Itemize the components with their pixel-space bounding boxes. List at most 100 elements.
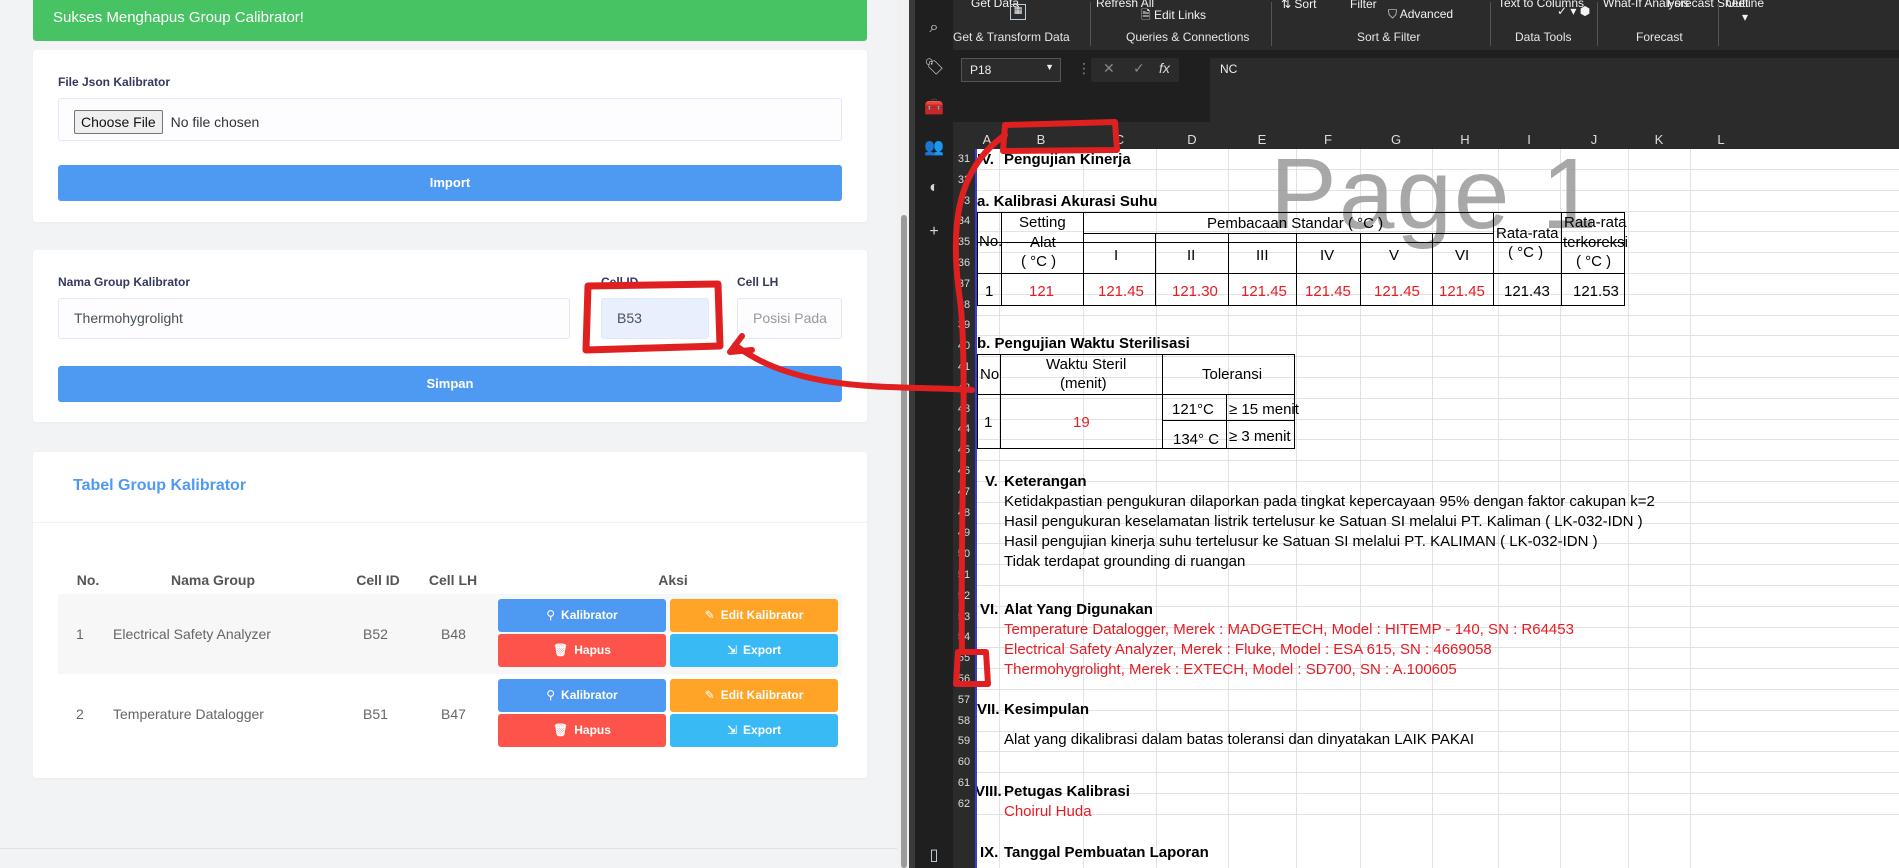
row-header[interactable]: 49 — [953, 527, 975, 539]
column-header[interactable]: I — [1498, 132, 1560, 147]
more-icon[interactable]: ⋮ — [1077, 60, 1091, 77]
search-icon[interactable]: ⌕ — [924, 18, 944, 38]
column-header[interactable]: G — [1360, 132, 1432, 147]
column-header[interactable]: C — [1083, 132, 1156, 147]
group-name-input[interactable]: Thermohygrolight — [58, 298, 570, 339]
row-header[interactable]: 50 — [953, 548, 975, 560]
row-header[interactable]: 51 — [953, 569, 975, 581]
file-input[interactable]: Choose File No file chosen — [58, 98, 842, 141]
text-to-columns-button[interactable]: Text to Columns — [1498, 0, 1584, 10]
fx-icon[interactable]: fx — [1159, 60, 1170, 76]
row-header[interactable]: 46 — [953, 465, 975, 477]
export-button[interactable]: ⇲ Export — [670, 634, 838, 667]
row-header[interactable]: 54 — [953, 631, 975, 643]
cell-id-input[interactable]: B53 — [601, 298, 709, 339]
row-cell-lh: B47 — [441, 706, 466, 722]
row-header[interactable]: 45 — [953, 444, 975, 456]
formula-input[interactable]: NC — [1210, 58, 1899, 122]
trash-icon: 🗑 — [553, 723, 569, 737]
import-button[interactable]: Import — [58, 165, 842, 201]
column-header[interactable]: F — [1296, 132, 1360, 147]
row-header[interactable]: 44 — [953, 423, 975, 435]
save-button[interactable]: Simpan — [58, 366, 842, 402]
row-header[interactable]: 53 — [953, 611, 975, 623]
table-a-line — [1083, 212, 1084, 274]
kalibrator-button[interactable]: ⚲ Kalibrator — [498, 599, 666, 632]
sec7-num: VII. — [977, 701, 1000, 718]
row-header[interactable]: 59 — [953, 735, 975, 747]
column-header[interactable]: B — [999, 132, 1083, 147]
kalibrator-button[interactable]: ⚲ Kalibrator — [498, 679, 666, 712]
row-header[interactable]: 32 — [953, 174, 975, 186]
refresh-all-button[interactable]: Refresh All — [1096, 0, 1154, 10]
forecast-sheet-button[interactable]: Forecast Sheet — [1667, 0, 1748, 10]
row-header[interactable]: 38 — [953, 299, 975, 311]
cancel-icon[interactable]: ✕ — [1103, 60, 1115, 77]
row-header[interactable]: 55 — [953, 652, 975, 664]
hapus-button[interactable]: 🗑 Hapus — [498, 714, 666, 747]
what-if-button[interactable]: What-If Analysis — [1603, 0, 1689, 10]
name-box[interactable]: P18 ▼ — [961, 58, 1061, 82]
row-header[interactable]: 40 — [953, 340, 975, 352]
row-header[interactable]: 47 — [953, 486, 975, 498]
toolbox-icon[interactable]: 🧰 — [924, 98, 944, 118]
export-button[interactable]: ⇲ Export — [670, 714, 838, 747]
choose-file-button[interactable]: Choose File — [74, 110, 163, 134]
ribbon-data-tab: Get Data ▦ Refresh All 🗎 Edit Links ⇅ So… — [953, 0, 1899, 50]
search-icon: ⚲ — [546, 608, 556, 622]
scrollbar-thumb[interactable] — [901, 215, 907, 868]
row-header[interactable]: 35 — [953, 236, 975, 248]
row-header[interactable]: 43 — [953, 403, 975, 415]
row-header[interactable]: 34 — [953, 215, 975, 227]
row-header[interactable]: 52 — [953, 590, 975, 602]
file-export-icon: ⇲ — [726, 643, 738, 657]
hapus-button[interactable]: 🗑 Hapus — [498, 634, 666, 667]
enter-icon[interactable]: ✓ — [1133, 60, 1145, 77]
advanced-button[interactable]: ⛉ Advanced — [1388, 7, 1453, 22]
add-icon[interactable]: + — [924, 222, 944, 242]
row-header[interactable]: 58 — [953, 715, 975, 727]
sort-icon: ⇅ — [1281, 0, 1295, 11]
edit-links-button[interactable]: 🗎 Edit Links — [1141, 6, 1206, 27]
row-header[interactable]: 57 — [953, 694, 975, 706]
copilot-icon[interactable]: ◐ — [924, 178, 944, 198]
column-header[interactable]: L — [1690, 132, 1752, 147]
tag-icon[interactable]: 🏷 — [924, 58, 944, 78]
filter-button[interactable]: Filter — [1350, 0, 1377, 11]
outline-button[interactable]: Outline ▾ — [1723, 0, 1767, 24]
edit-kalibrator-button[interactable]: ✎ Edit Kalibrator — [670, 679, 838, 712]
ta-roman: V — [1389, 247, 1400, 264]
cell-lh-input[interactable]: Posisi Pada — [737, 298, 842, 339]
worksheet[interactable]: Page 1 IV. Pengujian Kinerja a. Kalibras… — [975, 149, 1899, 868]
tb-menit: (menit) — [1060, 375, 1107, 392]
edit-kalibrator-button[interactable]: ✎ Edit Kalibrator — [670, 599, 838, 632]
row-header[interactable]: 61 — [953, 777, 975, 789]
get-data-button[interactable]: Get Data — [971, 0, 1019, 10]
row-header[interactable]: 48 — [953, 507, 975, 519]
edit-icon: ✎ — [704, 688, 715, 702]
filter-label: Filter — [1350, 0, 1377, 11]
row-header[interactable]: 62 — [953, 798, 975, 810]
ta-roman: II — [1187, 247, 1196, 264]
tb-waktu: Waktu Steril — [1046, 356, 1127, 373]
column-header[interactable]: E — [1228, 132, 1296, 147]
column-header[interactable]: D — [1156, 132, 1228, 147]
sort-button[interactable]: ⇅ Sort — [1281, 0, 1316, 11]
row-header[interactable]: 33 — [953, 195, 975, 207]
table-icon[interactable]: ▦ — [1010, 4, 1026, 20]
row-header[interactable]: 60 — [953, 756, 975, 768]
column-header[interactable]: J — [1560, 132, 1628, 147]
row-header[interactable]: 36 — [953, 257, 975, 269]
column-header[interactable]: K — [1628, 132, 1690, 147]
row-header[interactable]: 56 — [953, 673, 975, 685]
people-icon[interactable]: 👥 — [924, 138, 944, 158]
row-header[interactable]: 41 — [953, 361, 975, 373]
column-header[interactable]: H — [1432, 132, 1498, 147]
row-header[interactable]: 31 — [953, 153, 975, 165]
column-header[interactable]: A — [975, 132, 999, 147]
panel-icon[interactable]: ▯ — [924, 846, 944, 866]
row-header[interactable]: 39 — [953, 319, 975, 331]
row-header[interactable]: 42 — [953, 382, 975, 394]
row-header[interactable]: 37 — [953, 278, 975, 290]
data-tools-icons[interactable]: ✓ ▾ ⬢ — [1557, 4, 1590, 18]
